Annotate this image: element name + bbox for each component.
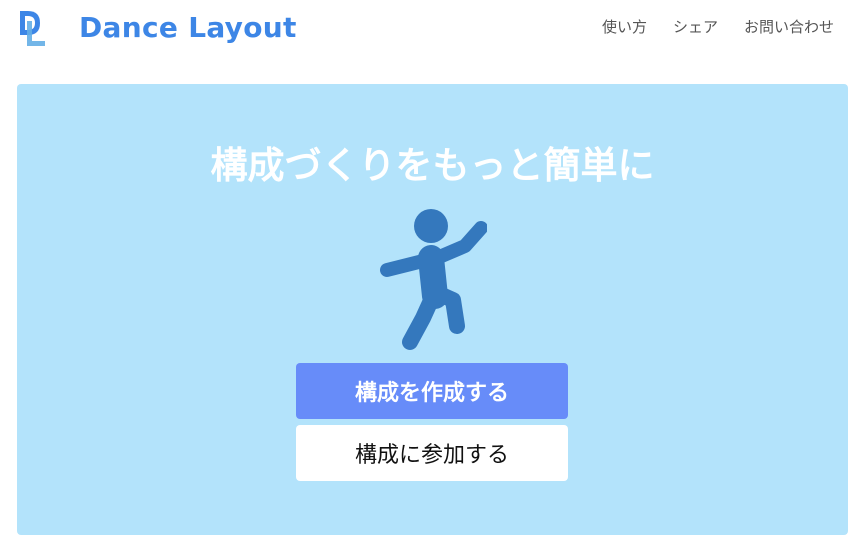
main-nav: 使い方 シェア お問い合わせ [602,17,834,37]
hero-section: 構成づくりをもっと簡単に 構成を作成する 構成に参加する [17,84,848,535]
dance-layout-logo-icon[interactable] [18,9,48,47]
dancing-person-icon [380,209,487,350]
join-formation-button[interactable]: 構成に参加する [296,425,568,481]
brand-name[interactable]: Dance Layout [79,9,297,47]
nav-link-how-to-use[interactable]: 使い方 [602,17,647,37]
create-formation-button[interactable]: 構成を作成する [296,363,568,419]
nav-link-contact[interactable]: お問い合わせ [744,17,834,37]
nav-link-share[interactable]: シェア [673,17,718,37]
site-header: Dance Layout 使い方 シェア お問い合わせ [0,0,863,60]
hero-title: 構成づくりをもっと簡単に [210,144,655,187]
